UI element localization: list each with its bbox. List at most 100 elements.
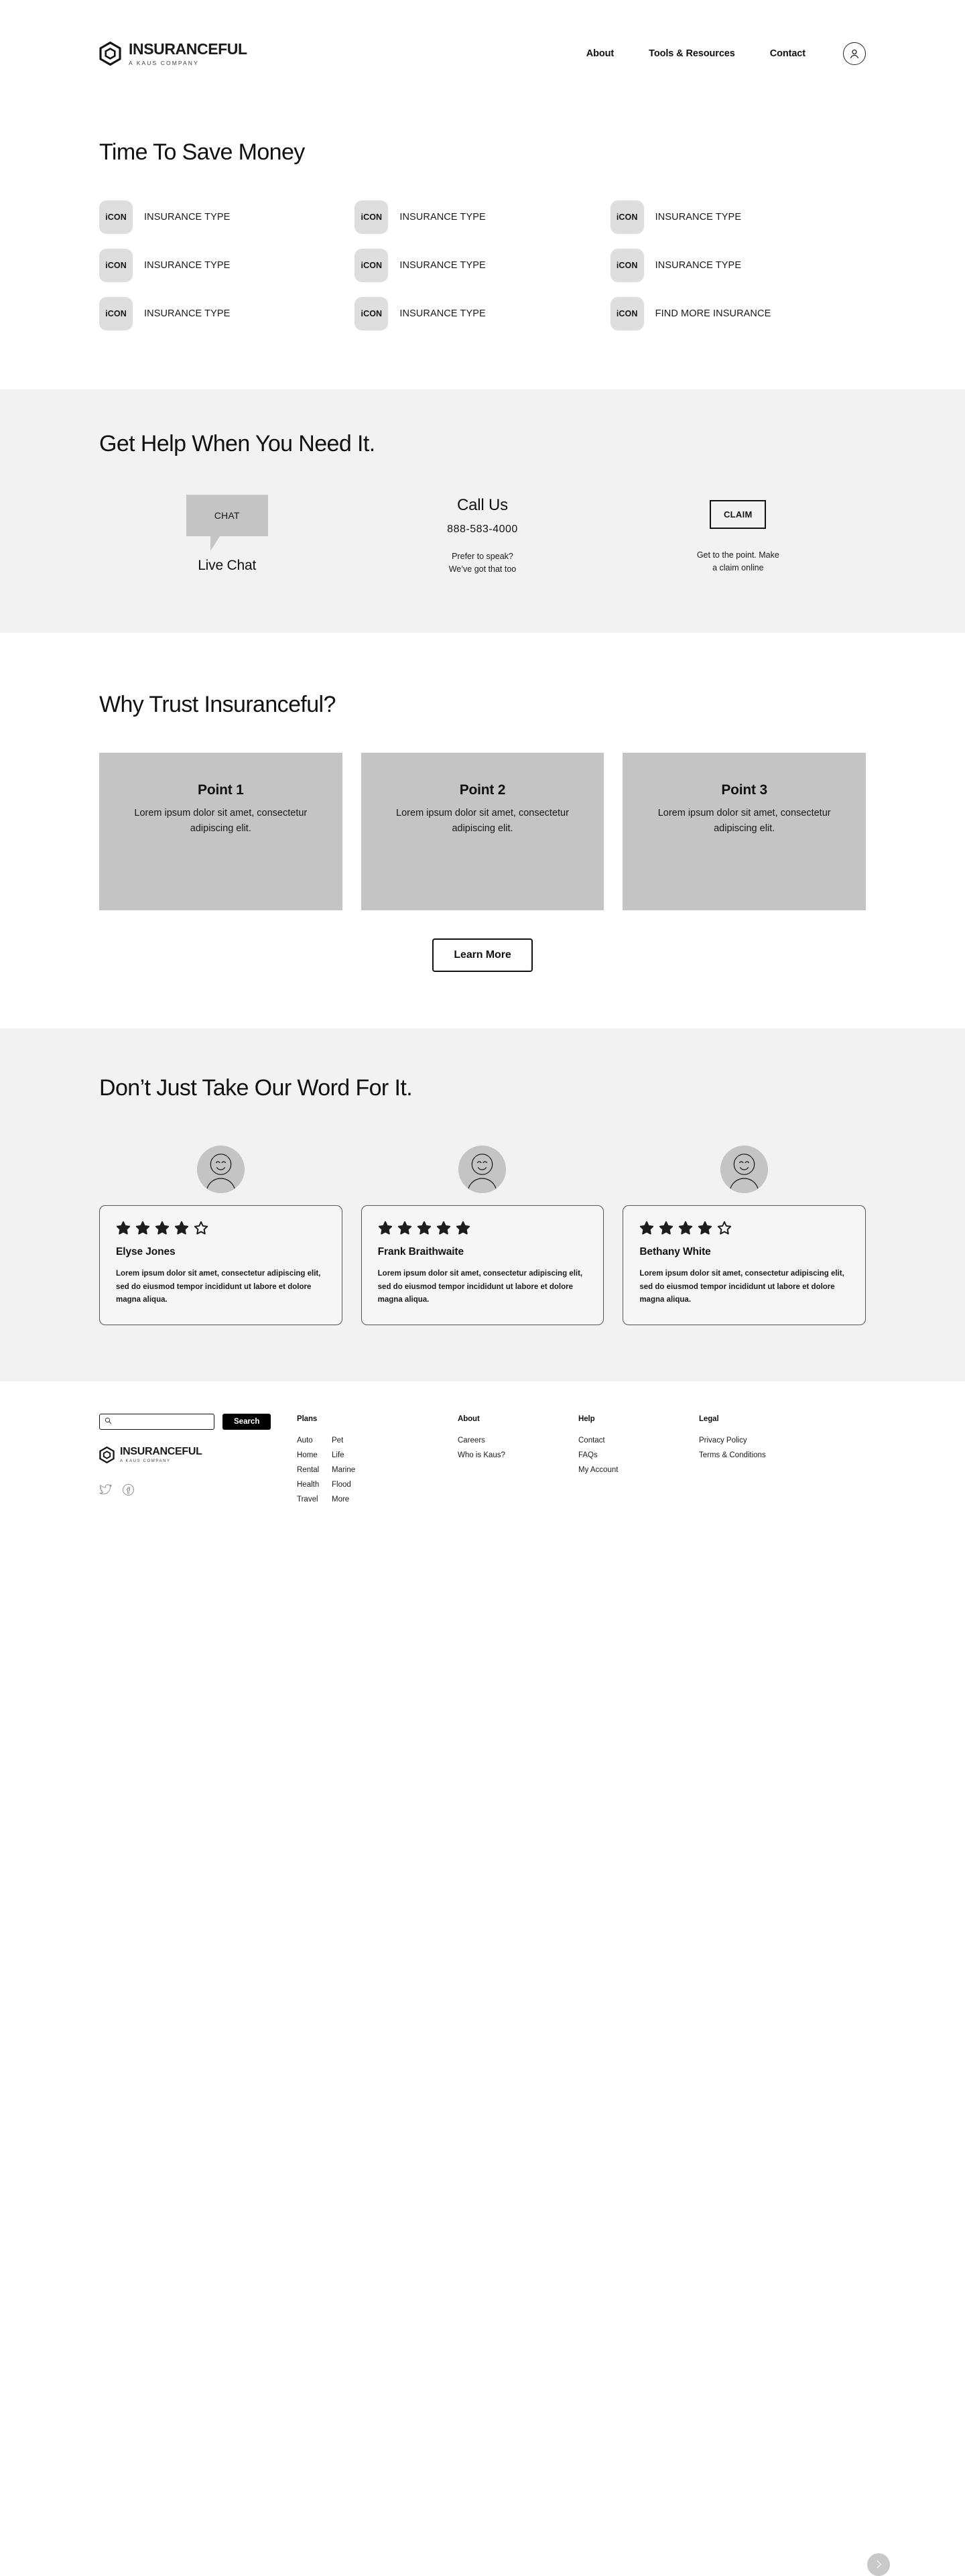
- section-title-testimonials: Don’t Just Take Our Word For It.: [99, 1075, 413, 1101]
- star-rating: [378, 1221, 588, 1235]
- testimonial-author-name: Elyse Jones: [116, 1245, 176, 1258]
- insurance-type-item[interactable]: iCON INSURANCE TYPE: [99, 297, 355, 330]
- learn-more-row: Learn More: [99, 938, 866, 972]
- insurance-type-item[interactable]: iCON INSURANCE TYPE: [99, 200, 355, 234]
- find-more-insurance-item[interactable]: iCON FIND MORE INSURANCE: [610, 297, 866, 330]
- testimonials-grid: Elyse Jones Lorem ipsum dolor sit amet, …: [99, 1145, 866, 1326]
- footer-search-row: Search: [99, 1414, 297, 1430]
- footer-link-marine[interactable]: Marine: [332, 1463, 392, 1477]
- footer-link-pet[interactable]: Pet: [332, 1433, 392, 1448]
- claim-block: CLAIM Get to the point. Make a claim onl…: [610, 495, 866, 575]
- footer-brand-logo[interactable]: INSURANCEFUL A KAUS COMPANY: [99, 1446, 297, 1463]
- brand-tagline: A KAUS COMPANY: [129, 59, 199, 66]
- star-filled-icon: [155, 1221, 170, 1235]
- star-filled-icon: [135, 1221, 150, 1235]
- star-filled-icon: [659, 1221, 673, 1235]
- testimonial-column: Elyse Jones Lorem ipsum dolor sit amet, …: [99, 1145, 342, 1326]
- insurance-type-label: INSURANCE TYPE: [144, 212, 231, 223]
- call-us-phone-number[interactable]: 888-583-4000: [447, 524, 518, 536]
- footer-brand-name: INSURANCEFUL: [120, 1446, 202, 1458]
- footer-column-heading: About: [458, 1415, 480, 1424]
- footer-link-rental[interactable]: Rental: [297, 1463, 332, 1477]
- trust-cards-grid: Point 1 Lorem ipsum dolor sit amet, cons…: [99, 752, 866, 910]
- footer-column-about: About Careers Who is Kaus?: [458, 1415, 578, 1507]
- trust-card-title: Point 3: [721, 782, 767, 798]
- main-nav: About Tools & Resources Contact: [586, 48, 806, 59]
- footer-link-auto[interactable]: Auto: [297, 1433, 332, 1448]
- trust-card: Point 1 Lorem ipsum dolor sit amet, cons…: [99, 752, 342, 910]
- insurance-type-item[interactable]: iCON INSURANCE TYPE: [355, 297, 610, 330]
- insurance-type-item[interactable]: iCON INSURANCE TYPE: [610, 249, 866, 282]
- brand-logo[interactable]: INSURANCEFUL A KAUS COMPANY: [99, 41, 247, 66]
- insurance-type-item[interactable]: iCON INSURANCE TYPE: [610, 200, 866, 234]
- chat-bubble-button[interactable]: CHAT: [186, 495, 268, 551]
- insurance-type-icon: iCON: [99, 297, 133, 330]
- footer-link-health[interactable]: Health: [297, 1477, 332, 1492]
- section-title-get-help: Get Help When You Need It.: [99, 431, 375, 456]
- chat-bubble-label: CHAT: [214, 510, 240, 521]
- footer-link-contact[interactable]: Contact: [578, 1433, 699, 1448]
- insurance-type-label: INSURANCE TYPE: [655, 212, 742, 223]
- claim-button[interactable]: CLAIM: [710, 500, 767, 529]
- footer-link-more[interactable]: More: [332, 1492, 392, 1507]
- footer-link-terms-conditions[interactable]: Terms & Conditions: [699, 1448, 846, 1463]
- search-box[interactable]: [99, 1414, 214, 1430]
- footer-link-home[interactable]: Home: [297, 1448, 332, 1463]
- find-more-insurance-label: FIND MORE INSURANCE: [655, 308, 771, 319]
- chevron-right-icon[interactable]: [867, 2553, 890, 2576]
- insurance-type-label: INSURANCE TYPE: [399, 212, 486, 223]
- testimonial-body: Lorem ipsum dolor sit amet, consectetur …: [639, 1269, 844, 1304]
- testimonial-author-name: Frank Braithwaite: [377, 1245, 464, 1258]
- search-input[interactable]: [115, 1418, 209, 1426]
- insurance-type-icon: iCON: [355, 200, 389, 234]
- learn-more-button[interactable]: Learn More: [432, 938, 533, 972]
- footer-link-privacy-policy[interactable]: Privacy Policy: [699, 1433, 846, 1448]
- footer-link-who-is-kaus[interactable]: Who is Kaus?: [458, 1448, 578, 1463]
- smiley-avatar-icon: [196, 1145, 245, 1193]
- trust-card-body: Lorem ipsum dolor sit amet, consectetur …: [657, 807, 831, 834]
- insurance-type-icon: iCON: [99, 200, 133, 234]
- testimonial-author-name: Bethany White: [639, 1245, 711, 1258]
- user-account-icon[interactable]: [843, 42, 866, 65]
- twitter-icon[interactable]: [99, 1483, 112, 1496]
- star-filled-icon: [116, 1221, 131, 1235]
- section-title-save-money: Time To Save Money: [99, 139, 305, 165]
- insurance-type-item[interactable]: iCON INSURANCE TYPE: [99, 249, 355, 282]
- footer-brand-tagline: A KAUS COMPANY: [120, 1459, 171, 1464]
- footer-link-faqs[interactable]: FAQs: [578, 1448, 699, 1463]
- testimonial-card: Bethany White Lorem ipsum dolor sit amet…: [623, 1205, 866, 1326]
- nav-item-contact[interactable]: Contact: [770, 48, 806, 59]
- nav-item-about[interactable]: About: [586, 48, 614, 59]
- footer-link-my-account[interactable]: My Account: [578, 1463, 699, 1477]
- get-help-grid: CHAT Live Chat Call Us 888-583-4000 Pref…: [99, 495, 866, 576]
- footer-plans-col-a: Plans Auto Home Rental Health Travel: [297, 1415, 332, 1507]
- footer-link-flood[interactable]: Flood: [332, 1477, 392, 1492]
- site-footer: Search INSURANCEFUL A KAUS COMPANY Plans…: [0, 1382, 965, 1548]
- star-filled-icon: [417, 1221, 431, 1235]
- nav-item-tools-resources[interactable]: Tools & Resources: [649, 48, 735, 59]
- star-empty-icon: [194, 1221, 208, 1235]
- footer-link-careers[interactable]: Careers: [458, 1433, 578, 1448]
- footer-link-travel[interactable]: Travel: [297, 1492, 332, 1507]
- insurance-type-label: INSURANCE TYPE: [144, 260, 231, 271]
- facebook-icon[interactable]: [122, 1483, 135, 1496]
- insurance-type-label: INSURANCE TYPE: [144, 308, 231, 319]
- site-header: INSURANCEFUL A KAUS COMPANY About Tools …: [0, 0, 965, 107]
- trust-card-body: Lorem ipsum dolor sit amet, consectetur …: [134, 807, 308, 834]
- insurance-type-item[interactable]: iCON INSURANCE TYPE: [355, 200, 610, 234]
- search-button[interactable]: Search: [222, 1414, 271, 1430]
- testimonial-card: Elyse Jones Lorem ipsum dolor sit amet, …: [99, 1205, 342, 1326]
- why-trust-section: Why Trust Insuranceful? Point 1 Lorem ip…: [0, 632, 965, 1028]
- search-icon: [105, 1416, 112, 1428]
- trust-card: Point 2 Lorem ipsum dolor sit amet, cons…: [361, 752, 604, 910]
- insurance-type-item[interactable]: iCON INSURANCE TYPE: [355, 249, 610, 282]
- insurance-type-icon: iCON: [610, 297, 644, 330]
- call-us-subtext: Prefer to speak? We’ve got that too: [449, 550, 517, 576]
- footer-link-life[interactable]: Life: [332, 1448, 392, 1463]
- hexagon-logo-icon: [99, 41, 121, 66]
- star-empty-icon: [718, 1221, 732, 1235]
- insurance-type-icon: iCON: [610, 200, 644, 234]
- call-us-title: Call Us: [457, 496, 508, 514]
- star-filled-icon: [679, 1221, 693, 1235]
